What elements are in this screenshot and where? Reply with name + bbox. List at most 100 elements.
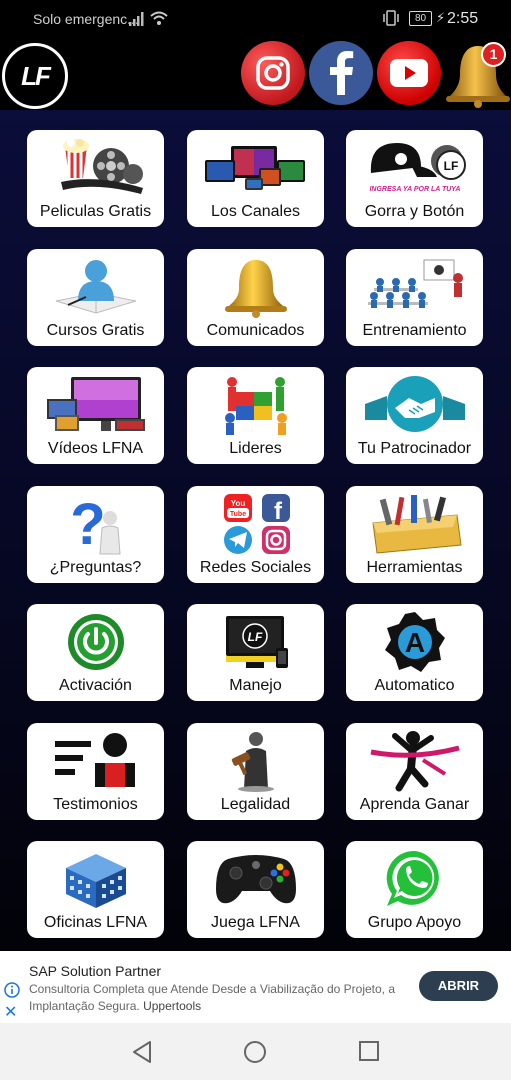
tile-label: Gorra y Botón [364, 203, 465, 220]
menu-grid: Peliculas Gratis Los Canales LF INGRESA [0, 110, 511, 951]
tile-los-canales[interactable]: Los Canales [187, 130, 324, 227]
instagram-button[interactable] [241, 41, 305, 105]
tv-screens-icon [187, 136, 324, 200]
tile-label: Herramientas [366, 559, 463, 576]
automatic-a-icon: A [346, 610, 483, 674]
wifi-icon [150, 11, 168, 25]
gamepad-icon [187, 847, 324, 911]
info-icon[interactable] [4, 982, 20, 998]
notification-badge: 1 [481, 42, 506, 67]
tile-redes-sociales[interactable]: You Tube f Redes Sociales [187, 486, 324, 583]
tile-label: Aprenda Ganar [359, 796, 470, 813]
carrier-text: Solo emergenc... [33, 11, 139, 27]
student-book-icon [27, 255, 164, 319]
facebook-button[interactable] [309, 41, 373, 105]
tile-label: Peliculas Gratis [39, 203, 152, 220]
back-icon[interactable] [131, 1040, 153, 1064]
tile-preguntas[interactable]: ? ¿Preguntas? [27, 486, 164, 583]
tile-label: ¿Preguntas? [49, 559, 142, 576]
tile-label: Oficinas LFNA [43, 914, 148, 931]
charging-icon: ⚡ [436, 10, 446, 25]
svg-text:Tube: Tube [229, 511, 245, 518]
tile-videos-lfna[interactable]: Vídeos LFNA [27, 367, 164, 464]
tile-grupo-apoyo[interactable]: Grupo Apoyo [346, 841, 483, 938]
svg-text:A: A [404, 627, 424, 658]
tile-manejo[interactable]: LF Manejo [187, 604, 324, 701]
tile-label: Legalidad [220, 796, 291, 813]
ad-title: SAP Solution Partner [29, 963, 162, 979]
classroom-icon [346, 255, 483, 319]
office-building-icon [27, 847, 164, 911]
app-header: LF 1 [0, 36, 511, 110]
toolbox-icon [346, 492, 483, 556]
tile-label: Cursos Gratis [46, 322, 145, 339]
tile-oficinas-lfna[interactable]: Oficinas LFNA [27, 841, 164, 938]
tile-herramientas[interactable]: Herramientas [346, 486, 483, 583]
tile-aprenda-ganar[interactable]: Aprenda Ganar [346, 723, 483, 820]
battery-level: 80 [409, 11, 432, 26]
instagram-icon [256, 56, 290, 90]
whatsapp-icon [346, 847, 483, 911]
app-logo[interactable]: LF [2, 43, 68, 109]
tile-comunicados[interactable]: Comunicados [187, 249, 324, 346]
cap-promo-text: INGRESA YA POR LA TUYA [369, 186, 460, 193]
tile-label: Comunicados [206, 322, 305, 339]
facebook-icon [330, 51, 354, 95]
close-ad-icon[interactable]: ✕ [4, 1002, 17, 1022]
logo-text: LF [21, 60, 51, 91]
system-nav-bar [0, 1023, 511, 1080]
signal-icon [129, 12, 144, 26]
svg-text:f: f [274, 498, 283, 525]
youtube-icon [390, 59, 428, 87]
tile-label: Entrenamiento [362, 322, 467, 339]
tile-legalidad[interactable]: Legalidad [187, 723, 324, 820]
tile-juega-lfna[interactable]: Juega LFNA [187, 841, 324, 938]
ad-description: Consultoria Completa que Atende Desde a … [29, 981, 409, 1015]
tile-entrenamiento[interactable]: Entrenamiento [346, 249, 483, 346]
svg-text:LF: LF [247, 630, 262, 644]
computer-icon: LF [187, 610, 324, 674]
tile-label: Redes Sociales [199, 559, 312, 576]
tile-tu-patrocinador[interactable]: Tu Patrocinador [346, 367, 483, 464]
tile-label: Automatico [374, 677, 455, 694]
testimonial-icon [27, 729, 164, 793]
social-networks-icon: You Tube f [187, 492, 324, 556]
movie-reel-icon [27, 136, 164, 200]
tile-label: Tu Patrocinador [357, 440, 472, 457]
tile-label: Lideres [229, 440, 282, 457]
tile-cursos-gratis[interactable]: Cursos Gratis [27, 249, 164, 346]
tile-label: Juega LFNA [211, 914, 300, 931]
svg-text:You: You [230, 499, 245, 508]
recents-icon[interactable] [358, 1040, 380, 1062]
tile-label: Manejo [229, 677, 282, 694]
svg-text:LF: LF [443, 159, 458, 173]
youtube-button[interactable] [377, 41, 441, 105]
ad-banner[interactable]: ✕ SAP Solution Partner Consultoria Compl… [0, 951, 511, 1023]
tile-testimonios[interactable]: Testimonios [27, 723, 164, 820]
tile-lideres[interactable]: Lideres [187, 367, 324, 464]
handshake-icon [346, 373, 483, 437]
tile-automatico[interactable]: A Automatico [346, 604, 483, 701]
ad-description-text: Consultoria Completa que Atende Desde a … [29, 982, 396, 1013]
tile-label: Los Canales [211, 203, 300, 220]
winner-ribbon-icon [346, 729, 483, 793]
bell-icon [187, 255, 324, 319]
ad-open-button[interactable]: ABRIR [419, 971, 498, 1001]
power-icon [27, 610, 164, 674]
home-icon[interactable] [243, 1040, 267, 1064]
puzzle-team-icon [187, 373, 324, 437]
tile-label: Activación [59, 677, 132, 694]
status-bar: Solo emergenc... 80 ⚡ 2:55 [0, 0, 511, 36]
tile-activacion[interactable]: Activación [27, 604, 164, 701]
vibrate-icon [383, 10, 399, 26]
judge-gavel-icon [187, 729, 324, 793]
tile-peliculas-gratis[interactable]: Peliculas Gratis [27, 130, 164, 227]
tile-label: Testimonios [53, 796, 138, 813]
video-monitor-icon [27, 373, 164, 437]
tile-label: Grupo Apoyo [367, 914, 462, 931]
tile-gorra-y-boton[interactable]: LF INGRESA YA POR LA TUYA Gorra y Botón [346, 130, 483, 227]
clock: 2:55 [447, 10, 479, 27]
ad-advertiser: Uppertools [143, 999, 202, 1013]
question-person-icon: ? [27, 492, 164, 556]
tile-label: Vídeos LFNA [47, 440, 144, 457]
